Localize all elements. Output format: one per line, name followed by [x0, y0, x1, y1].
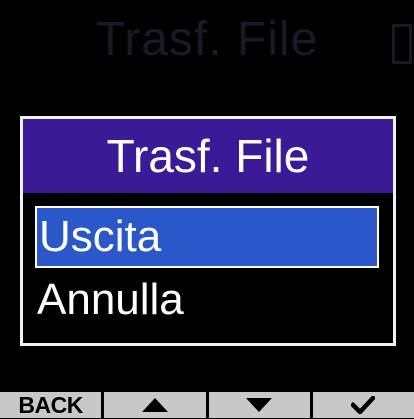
- transfer-file-dialog: Trasf. File Uscita Annulla: [20, 116, 396, 346]
- up-arrow-icon: [141, 398, 168, 412]
- menu-item-uscita[interactable]: Uscita: [35, 206, 379, 268]
- check-icon: [351, 396, 376, 414]
- menu-item-annulla[interactable]: Annulla: [35, 269, 184, 331]
- up-button[interactable]: [104, 392, 206, 418]
- back-label: BACK: [18, 391, 83, 418]
- battery-icon: [392, 24, 412, 64]
- back-button[interactable]: BACK: [0, 391, 102, 418]
- down-arrow-icon: [246, 398, 273, 412]
- softkey-bar: BACK: [0, 392, 414, 418]
- dialog-title: Trasf. File: [23, 119, 393, 193]
- confirm-button[interactable]: [312, 392, 414, 418]
- background-screen-title: Trasf. File: [95, 13, 319, 66]
- down-button[interactable]: [208, 392, 310, 418]
